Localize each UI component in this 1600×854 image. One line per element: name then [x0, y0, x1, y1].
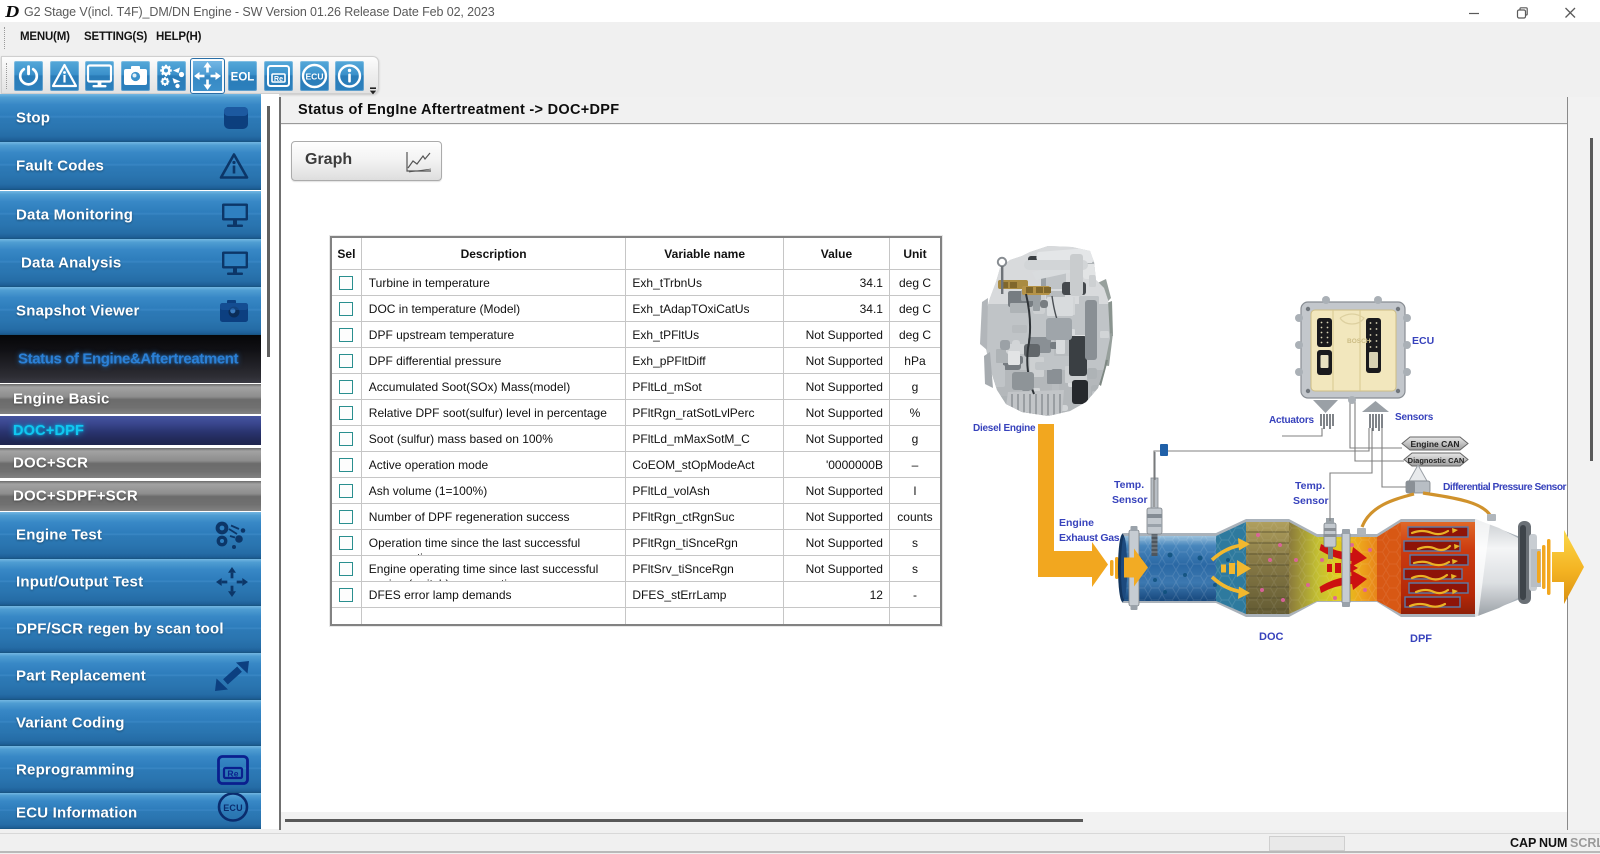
svg-text:ECU: ECU — [1412, 335, 1434, 347]
svg-text:Engine: Engine — [1059, 517, 1094, 529]
svg-text:BOSCH: BOSCH — [1347, 338, 1371, 345]
svg-text:Re: Re — [227, 768, 238, 778]
svg-text:ECU: ECU — [223, 803, 243, 813]
svg-text:Sensor: Sensor — [1112, 494, 1148, 506]
svg-text:DPF: DPF — [1410, 633, 1432, 645]
svg-text:Diesel Engine: Diesel Engine — [973, 423, 1036, 434]
svg-text:Engine CAN: Engine CAN — [1410, 439, 1459, 449]
svg-text:Re: Re — [274, 76, 283, 83]
svg-text:Actuators: Actuators — [1269, 415, 1315, 426]
svg-text:Differential Pressure Sensor: Differential Pressure Sensor — [1443, 482, 1567, 493]
svg-text:Diagnostic CAN: Diagnostic CAN — [1408, 456, 1465, 465]
svg-text:Exhaust Gas: Exhaust Gas — [1059, 532, 1120, 544]
svg-text:DOC: DOC — [1259, 631, 1284, 643]
svg-text:Sensor: Sensor — [1293, 495, 1329, 507]
svg-text:Temp.: Temp. — [1114, 479, 1144, 491]
svg-text:ECU: ECU — [305, 72, 323, 82]
svg-text:Sensors: Sensors — [1395, 412, 1434, 423]
svg-text:Temp.: Temp. — [1295, 480, 1325, 492]
svg-text:EOL: EOL — [231, 72, 255, 84]
